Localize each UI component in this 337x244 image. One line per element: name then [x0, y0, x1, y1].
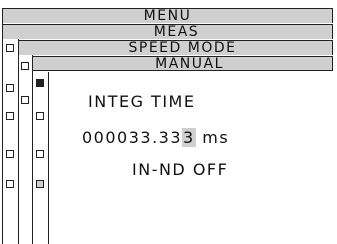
- manual-left-border: [48, 72, 49, 244]
- meas-left-border: [18, 39, 19, 244]
- integ-time-cursor-digit[interactable]: 3: [182, 128, 196, 147]
- manual-item-indicator[interactable]: [36, 112, 44, 120]
- speed-mode-left-border: [32, 55, 33, 244]
- menu-left-border: [2, 8, 3, 244]
- meas-item-indicator[interactable]: [6, 180, 14, 188]
- speed-mode-title: SPEED MODE: [128, 40, 237, 56]
- meas-item-indicator[interactable]: [6, 150, 14, 158]
- integ-time-digits[interactable]: 000033.33: [82, 128, 182, 147]
- meas-title: MEAS: [153, 24, 200, 40]
- meas-bar: MEAS: [2, 24, 333, 40]
- speed-mode-item-indicator[interactable]: [21, 96, 29, 104]
- integ-time-value[interactable]: 000033.333 ms: [82, 128, 229, 147]
- manual-item-indicator[interactable]: [36, 150, 44, 158]
- manual-title: MANUAL: [155, 56, 224, 72]
- speed-mode-item-indicator[interactable]: [21, 62, 29, 70]
- integ-time-label: INTEG TIME: [88, 92, 196, 111]
- meas-item-indicator[interactable]: [6, 44, 14, 52]
- in-nd-status[interactable]: IN-ND OFF: [132, 160, 228, 179]
- meas-item-indicator[interactable]: [6, 84, 14, 92]
- speed-mode-bar: SPEED MODE: [18, 40, 333, 56]
- integ-time-unit: ms: [195, 128, 230, 147]
- manual-item-indicator-highlighted[interactable]: [36, 180, 44, 188]
- manual-bar: MANUAL: [32, 56, 333, 72]
- menu-title-bar: MENU: [2, 8, 333, 24]
- meas-item-indicator[interactable]: [6, 112, 14, 120]
- menu-title: MENU: [143, 8, 192, 24]
- manual-item-indicator-selected[interactable]: [36, 79, 44, 87]
